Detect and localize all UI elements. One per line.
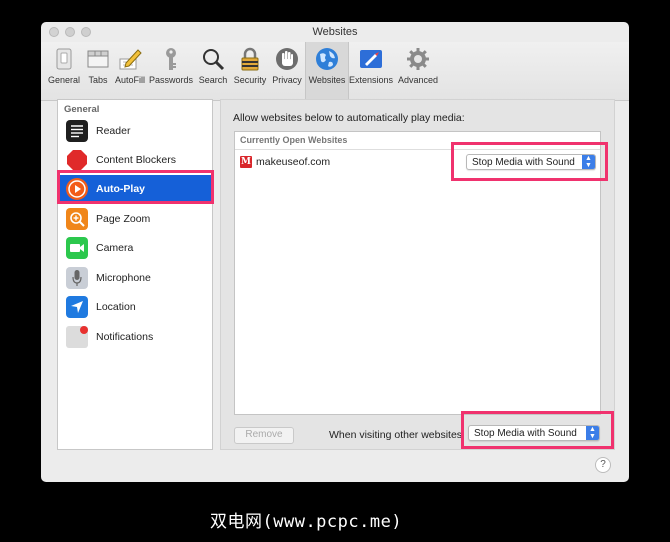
toolbar-extensions[interactable]: Extensions — [348, 42, 394, 100]
window-titlebar: Websites — [41, 22, 629, 42]
toolbar-search[interactable]: Search — [197, 42, 229, 100]
gear-icon — [405, 46, 431, 72]
highlight-box-site-select — [451, 142, 608, 181]
toolbar-security[interactable]: Security — [232, 42, 268, 100]
sidebar: General Reader Content Blockers Auto-Pla… — [57, 99, 213, 450]
sidebar-item-reader[interactable]: Reader — [58, 117, 212, 144]
toolbar-autofill[interactable]: AutoFill — [114, 42, 146, 100]
autofill-pencil-icon — [117, 46, 143, 72]
magnifier-icon — [200, 46, 226, 72]
sidebar-item-camera[interactable]: Camera — [58, 234, 212, 261]
help-button[interactable]: ? — [595, 457, 611, 473]
stop-sign-icon — [66, 149, 88, 171]
zoom-icon — [66, 207, 88, 230]
remove-button[interactable]: Remove — [234, 427, 294, 444]
toolbar-privacy[interactable]: Privacy — [270, 42, 304, 100]
other-websites-label: When visiting other websites: — [329, 429, 465, 441]
sidebar-item-location[interactable]: Location — [58, 293, 212, 320]
minimize-window-button[interactable] — [65, 27, 75, 37]
camera-icon — [66, 236, 88, 259]
sidebar-item-content-blockers[interactable]: Content Blockers — [58, 146, 212, 173]
toolbar-advanced[interactable]: Advanced — [397, 42, 439, 100]
pane-title: Allow websites below to automatically pl… — [233, 112, 465, 124]
toolbar-tabs[interactable]: Tabs — [85, 42, 111, 100]
hand-icon — [274, 46, 300, 72]
extensions-icon — [358, 46, 384, 72]
general-switch-icon — [51, 46, 77, 72]
sidebar-item-notifications[interactable]: Notifications — [58, 323, 212, 350]
zoom-window-button[interactable] — [81, 27, 91, 37]
toolbar-general[interactable]: General — [47, 42, 81, 100]
sidebar-header: General — [64, 104, 100, 115]
key-icon — [158, 46, 184, 72]
padlock-icon — [237, 46, 263, 72]
microphone-icon — [66, 266, 88, 289]
globe-icon — [314, 46, 340, 72]
makeuseof-favicon-icon: M — [240, 156, 252, 168]
reader-icon — [66, 119, 88, 142]
close-window-button[interactable] — [49, 27, 59, 37]
window-title: Websites — [312, 26, 358, 38]
location-arrow-icon — [66, 295, 88, 318]
tabs-icon — [85, 46, 111, 72]
site-name: makeuseof.com — [256, 156, 331, 168]
sidebar-item-microphone[interactable]: Microphone — [58, 264, 212, 291]
highlight-box-other-select — [461, 411, 614, 449]
toolbar-websites[interactable]: Websites — [305, 42, 349, 100]
sidebar-item-page-zoom[interactable]: Page Zoom — [58, 205, 212, 232]
highlight-box-auto-play — [57, 170, 214, 204]
toolbar-passwords[interactable]: Passwords — [149, 42, 193, 100]
watermark-text: 双电网(www.pcpc.me) — [210, 512, 403, 532]
preferences-toolbar: General Tabs AutoFill Passwords Search S… — [41, 42, 629, 101]
notification-badge-icon — [66, 325, 88, 348]
